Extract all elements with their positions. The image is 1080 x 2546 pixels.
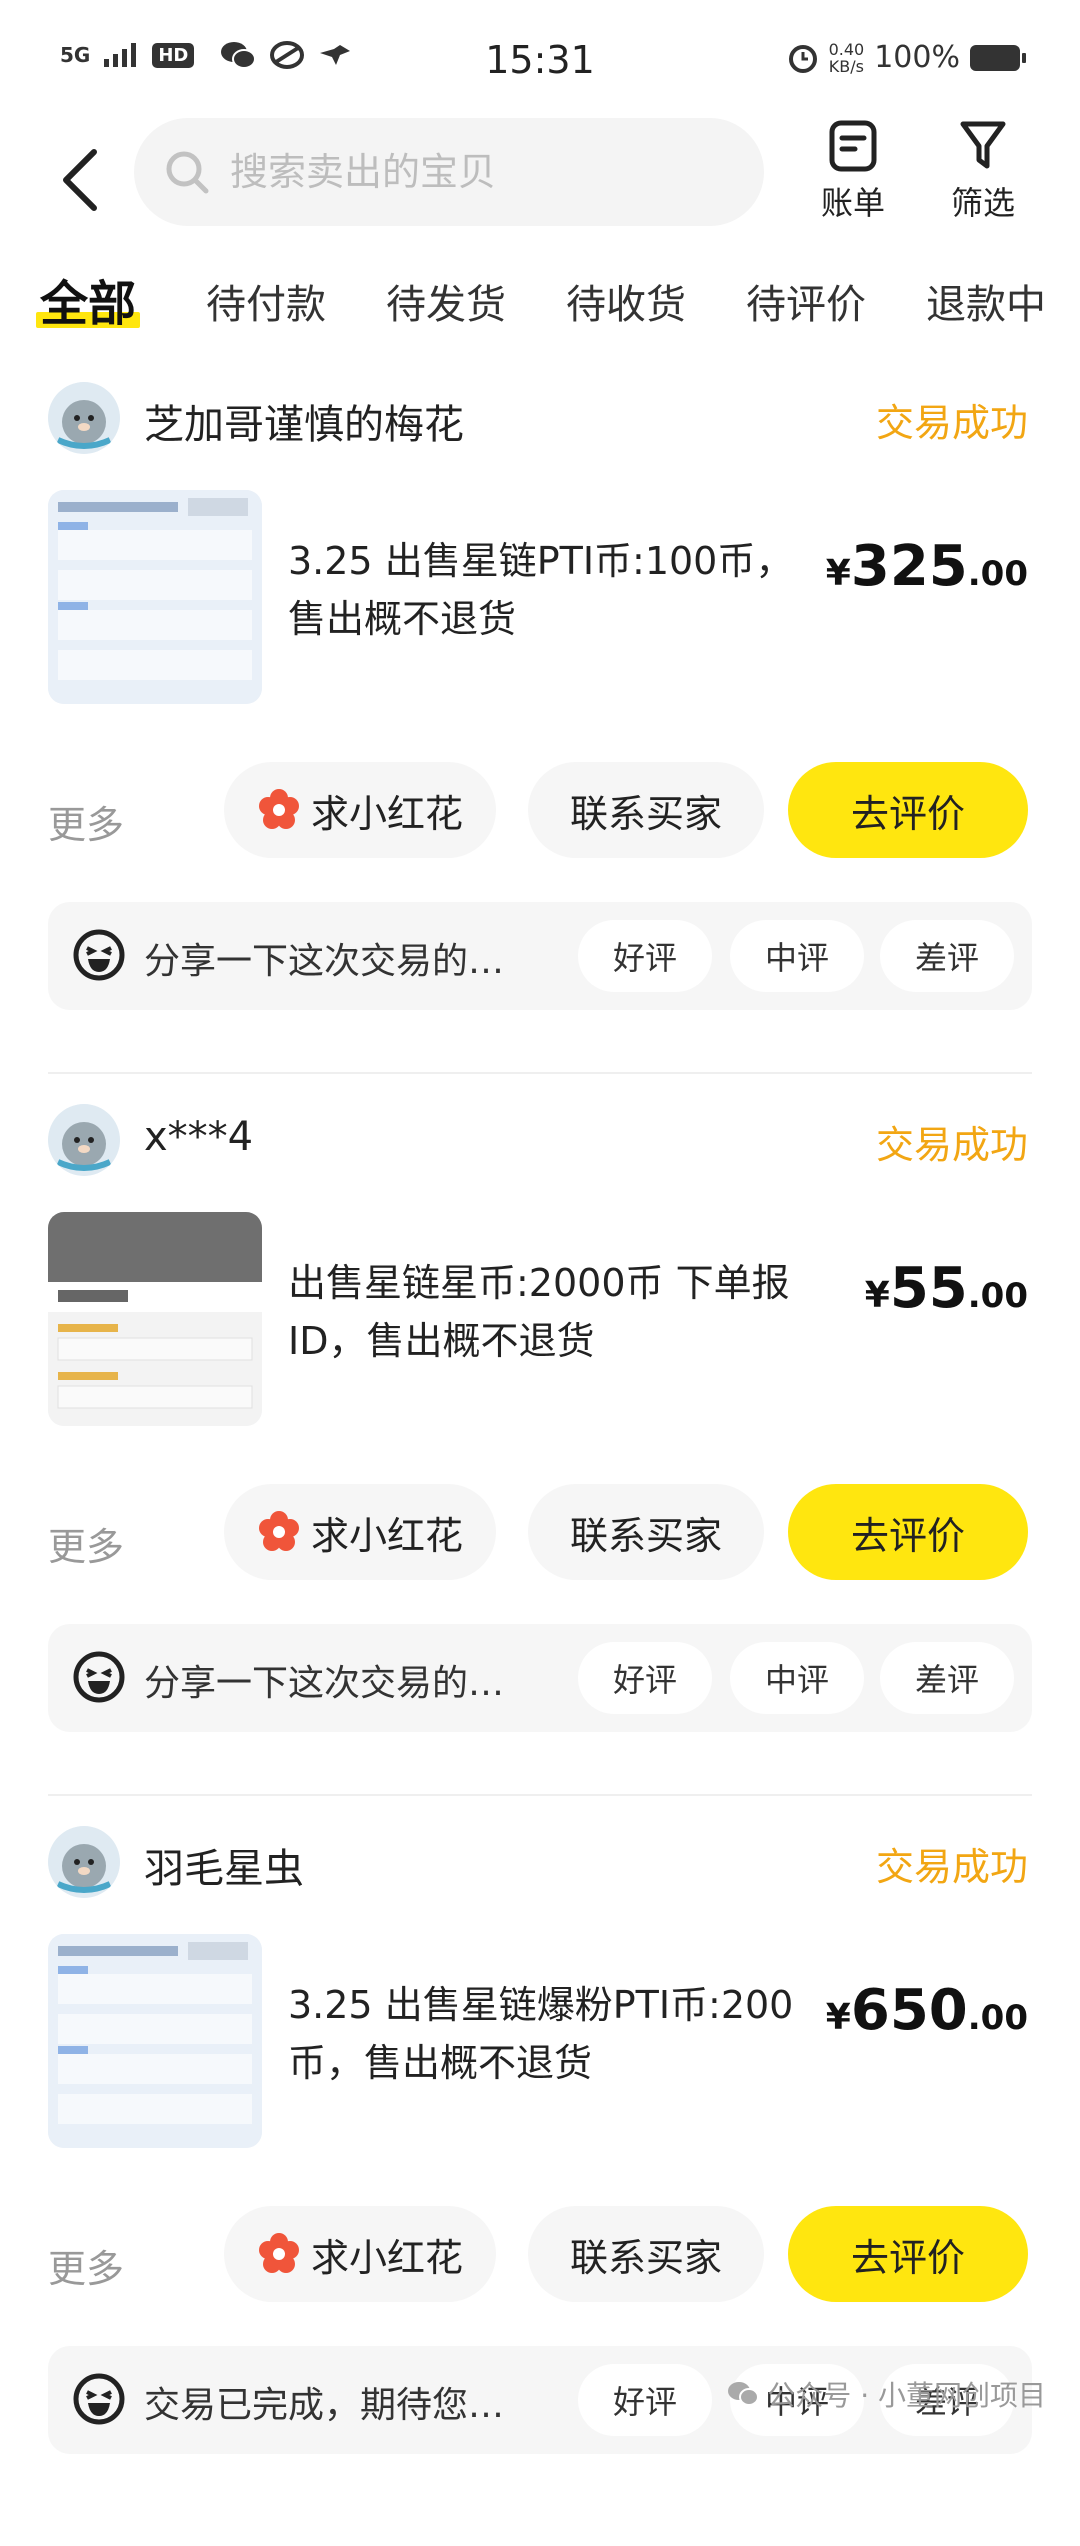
product-thumbnail[interactable] <box>48 1212 262 1426</box>
product-thumbnail[interactable] <box>48 490 262 704</box>
screenshot-image <box>48 1934 262 2148</box>
seal-avatar-icon <box>48 1104 120 1176</box>
buyer-name[interactable]: x***4 <box>144 1114 253 1160</box>
bad-rating-button[interactable]: 差评 <box>880 1642 1014 1714</box>
seal-avatar-icon <box>48 382 120 454</box>
status-bar: 5G HD 15:31 0.40 KB/s 100% <box>0 0 1080 120</box>
buyer-name[interactable]: 羽毛星虫 <box>144 1836 304 1894</box>
go-review-button[interactable]: 去评价 <box>788 762 1028 858</box>
back-button[interactable] <box>50 140 110 220</box>
red-flower-icon <box>258 2233 299 2273</box>
avatar[interactable] <box>48 1104 120 1176</box>
divider <box>48 1794 1032 1796</box>
tab-pending-payment[interactable]: 待付款 <box>206 272 326 330</box>
screenshot-image <box>48 490 262 704</box>
product-price: ¥650.00 <box>825 1978 1028 2043</box>
filter-icon <box>960 121 1006 169</box>
order-tabs: 全部 待付款 待发货 待收货 待评价 退款中 <box>0 262 1080 352</box>
avatar[interactable] <box>48 382 120 454</box>
wechat-official-account-icon <box>728 2382 760 2406</box>
tab-refunding[interactable]: 退款中 <box>926 272 1046 330</box>
bill-button[interactable]: 账单 <box>798 118 908 224</box>
rating-box: 分享一下这次交易的… 好评 中评 差评 <box>48 1624 1032 1732</box>
more-button[interactable]: 更多 <box>48 2238 124 2293</box>
alarm-icon <box>788 44 817 73</box>
order-card: x***4 交易成功 出售星链星币:2000币 下单报ID，售出概不退货 ¥55… <box>0 1104 1080 1824</box>
order-status: 交易成功 <box>875 401 1028 445</box>
tab-pending-shipment[interactable]: 待发货 <box>386 272 506 330</box>
order-status: 交易成功 <box>875 1845 1028 1889</box>
search-bar[interactable] <box>134 118 764 226</box>
bill-label: 账单 <box>820 184 885 222</box>
request-flower-button[interactable]: 求小红花 <box>224 2206 496 2302</box>
avatar[interactable] <box>48 1826 120 1898</box>
rating-box: 分享一下这次交易的… 好评 中评 差评 <box>48 902 1032 1010</box>
search-input[interactable] <box>228 149 712 195</box>
order-card: 芝加哥谨慎的梅花 交易成功 3.25 出售星链PTI币:100币，售出概不退货 … <box>0 382 1080 1102</box>
filter-label: 筛选 <box>950 184 1015 222</box>
bad-rating-button[interactable]: 差评 <box>880 920 1014 992</box>
header: 账单 筛选 <box>0 118 1080 238</box>
good-rating-button[interactable]: 好评 <box>578 1642 712 1714</box>
good-rating-button[interactable]: 好评 <box>578 920 712 992</box>
buyer-name[interactable]: 芝加哥谨慎的梅花 <box>144 392 464 450</box>
laughing-face-icon <box>73 2373 125 2425</box>
good-rating-button[interactable]: 好评 <box>578 2364 712 2436</box>
laughing-face-icon <box>73 1651 125 1703</box>
red-flower-icon <box>258 789 299 829</box>
divider <box>48 1072 1032 1074</box>
laughing-face-icon <box>73 929 125 981</box>
order-card: 羽毛星虫 交易成功 3.25 出售星链爆粉PTI币:200币，售出概不退货 ¥6… <box>0 1826 1080 2546</box>
product-price: ¥325.00 <box>825 534 1028 599</box>
neutral-rating-button[interactable]: 中评 <box>730 920 864 992</box>
tab-pending-review[interactable]: 待评价 <box>746 272 866 330</box>
product-thumbnail[interactable] <box>48 1934 262 2148</box>
battery-icon <box>970 44 1026 71</box>
more-button[interactable]: 更多 <box>48 794 124 849</box>
rating-prompt[interactable]: 交易已完成，期待您… <box>144 2376 504 2428</box>
watermark: 公众号 · 小董网创项目 <box>727 2374 1046 2414</box>
product-title[interactable]: 3.25 出售星链爆粉PTI币:200币，售出概不退货 <box>288 1976 828 2092</box>
more-button[interactable]: 更多 <box>48 1516 124 1571</box>
contact-buyer-button[interactable]: 联系买家 <box>528 2206 764 2302</box>
order-status: 交易成功 <box>875 1123 1028 1167</box>
net-speed: 0.40 KB/s <box>828 39 865 76</box>
rating-prompt[interactable]: 分享一下这次交易的… <box>144 932 504 984</box>
tab-pending-receipt[interactable]: 待收货 <box>566 272 686 330</box>
bill-icon <box>829 120 877 172</box>
request-flower-button[interactable]: 求小红花 <box>224 1484 496 1580</box>
rating-prompt[interactable]: 分享一下这次交易的… <box>144 1654 504 1706</box>
back-arrow-icon <box>63 149 97 211</box>
filter-button[interactable]: 筛选 <box>928 118 1038 224</box>
go-review-button[interactable]: 去评价 <box>788 2206 1028 2302</box>
product-title[interactable]: 出售星链星币:2000币 下单报ID，售出概不退货 <box>288 1254 828 1370</box>
tab-all[interactable]: 全部 <box>36 264 141 334</box>
neutral-rating-button[interactable]: 中评 <box>730 1642 864 1714</box>
product-price: ¥55.00 <box>864 1256 1028 1321</box>
contact-buyer-button[interactable]: 联系买家 <box>528 762 764 858</box>
product-title[interactable]: 3.25 出售星链PTI币:100币，售出概不退货 <box>288 532 828 648</box>
status-right: 0.40 KB/s 100% <box>787 39 1026 76</box>
red-flower-icon <box>258 1511 299 1551</box>
screenshot-image <box>48 1212 262 1426</box>
go-review-button[interactable]: 去评价 <box>788 1484 1028 1580</box>
seal-avatar-icon <box>48 1826 120 1898</box>
battery-percent: 100% <box>874 40 960 75</box>
contact-buyer-button[interactable]: 联系买家 <box>528 1484 764 1580</box>
search-icon <box>166 151 209 194</box>
request-flower-button[interactable]: 求小红花 <box>224 762 496 858</box>
